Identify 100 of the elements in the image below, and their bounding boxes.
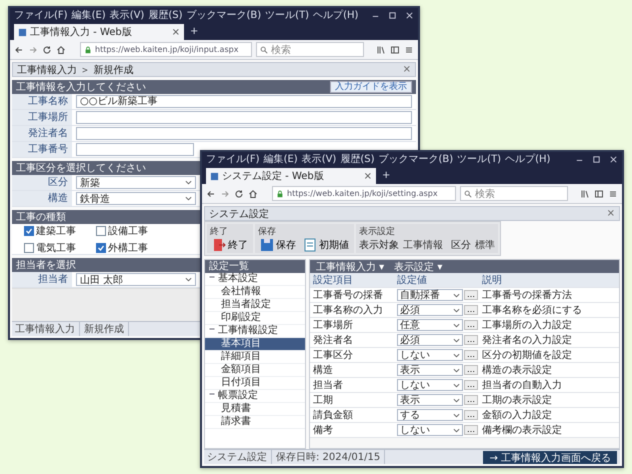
ellipsis-button[interactable]: … [464, 290, 478, 300]
checkbox[interactable]: 設備工事 [96, 224, 168, 238]
input-field[interactable] [76, 111, 412, 124]
library-icon[interactable] [580, 188, 590, 198]
menu-item[interactable]: 履歴(S) [340, 153, 374, 166]
ribbon-button[interactable]: 初期値 [301, 238, 351, 252]
table-cell-text: 工事場所 [312, 318, 354, 332]
menu-item[interactable]: ヘルプ(H) [313, 9, 358, 22]
dropdown[interactable]: 新築 [76, 176, 196, 189]
menu-icon[interactable] [608, 188, 618, 198]
caret-icon [453, 292, 460, 298]
reload-icon[interactable] [42, 44, 52, 54]
ellipsis-button[interactable]: … [464, 380, 478, 390]
menu-item[interactable]: ツール(T) [265, 9, 310, 22]
close-button[interactable]: × [402, 64, 411, 75]
back-arrow-icon[interactable] [206, 188, 216, 198]
close-button[interactable]: × [606, 208, 615, 219]
ellipsis-button[interactable]: … [464, 365, 478, 375]
caret-icon [453, 366, 460, 374]
column-header: 設定値 [397, 274, 428, 287]
reload-icon[interactable] [234, 188, 244, 198]
input-field[interactable]: ○○ビル新築工事 [76, 95, 412, 108]
dropdown[interactable]: 鉄骨造 [76, 192, 196, 205]
menu-item[interactable]: 編集(E) [264, 153, 298, 166]
dropdown[interactable]: しない [397, 349, 463, 361]
close-icon[interactable] [405, 11, 414, 20]
maximize-icon[interactable] [592, 155, 601, 164]
tree-item[interactable]: 金額項目 [205, 364, 305, 377]
dropdown[interactable]: 任意 [397, 319, 463, 331]
search-field[interactable]: 検索 [460, 186, 568, 201]
forward-arrow-icon[interactable] [220, 188, 230, 198]
menu-item[interactable]: 表示(V) [110, 9, 144, 22]
home-icon[interactable] [56, 44, 66, 54]
ellipsis-button[interactable]: … [464, 395, 478, 405]
sidebar-icon[interactable] [390, 44, 400, 54]
ellipsis-button[interactable]: … [464, 410, 478, 420]
caret-icon [453, 412, 460, 418]
dropdown[interactable]: 必須 [397, 304, 463, 316]
tree-item[interactable]: 詳細項目 [205, 351, 305, 364]
menu-item[interactable]: ファイル(F) [206, 153, 260, 166]
menu-item[interactable]: 表示(V) [302, 153, 336, 166]
browser-tab[interactable]: 工事情報入力 - Web版 × [14, 24, 184, 40]
field-label: 担当者 [12, 272, 72, 287]
home-icon[interactable] [248, 188, 258, 198]
toolbar-dropdown[interactable]: 表示設定 ▾ [392, 260, 444, 273]
tree-item[interactable]: 日付項目 [205, 377, 305, 390]
menu-item[interactable]: 履歴(S) [148, 9, 182, 22]
tab-close-button[interactable]: × [172, 26, 180, 38]
ellipsis-button[interactable]: … [464, 320, 478, 330]
browser-tab[interactable]: システム設定 - Web版 × [206, 168, 376, 184]
new-tab-button[interactable]: + [376, 168, 396, 184]
ellipsis-button[interactable]: … [464, 350, 478, 360]
dropdown[interactable]: しない [397, 379, 463, 391]
tree-item[interactable]: 基本設定 [205, 273, 305, 286]
new-tab-button[interactable]: + [184, 24, 204, 40]
address-bar[interactable]: https://web.kaiten.jp/koji/input.aspx [80, 42, 252, 57]
dropdown[interactable]: しない [397, 424, 463, 436]
help-button[interactable]: 入力ガイドを表示 [330, 81, 412, 93]
search-field[interactable]: 検索 [256, 42, 364, 57]
menu-item[interactable]: ツール(T) [457, 153, 502, 166]
menu-item[interactable]: ブックマーク(B) [378, 153, 454, 166]
tree-item[interactable]: 担当者設定 [205, 299, 305, 312]
forward-arrow-icon[interactable] [28, 44, 38, 54]
dropdown[interactable]: 山田 太郎 [76, 273, 196, 286]
ribbon-button[interactable]: 保存 [258, 238, 298, 252]
tree-item[interactable]: 基本項目 [205, 338, 305, 351]
tree-item[interactable]: 帳票設定 [205, 390, 305, 403]
dropdown[interactable]: する [397, 409, 463, 421]
address-bar[interactable]: https://web.kaiten.jp/koji/setting.aspx [272, 186, 456, 201]
menu-item[interactable]: ヘルプ(H) [505, 153, 550, 166]
ellipsis-button[interactable]: … [464, 305, 478, 315]
table-cell-text: 工期の表示設定 [481, 394, 553, 407]
dropdown[interactable]: 表示 [397, 364, 463, 376]
checkbox[interactable]: 電気工事 [24, 240, 96, 254]
menu-item[interactable]: ファイル(F) [14, 9, 68, 22]
toolbar-dropdown[interactable]: 工事情報入力 ▾ [314, 260, 386, 273]
close-icon[interactable] [609, 155, 618, 164]
input-field[interactable] [76, 127, 412, 140]
ellipsis-button[interactable]: … [464, 335, 478, 345]
menu-icon[interactable] [404, 44, 414, 54]
tab-close-button[interactable]: × [364, 170, 372, 182]
dropdown[interactable]: 表示 [397, 394, 463, 406]
tree-item[interactable]: 会社情報 [205, 286, 305, 299]
library-icon[interactable] [376, 44, 386, 54]
back-arrow-icon[interactable] [14, 44, 24, 54]
input-field[interactable] [76, 143, 194, 156]
menu-item[interactable]: ブックマーク(B) [186, 9, 262, 22]
maximize-icon[interactable] [388, 11, 397, 20]
tree-item[interactable]: 請求書 [205, 416, 305, 429]
ellipsis-button[interactable]: … [464, 425, 478, 435]
sidebar-icon[interactable] [594, 188, 604, 198]
dropdown[interactable]: 必須 [397, 334, 463, 346]
return-button[interactable]: → 工事情報入力画面へ戻る [483, 450, 617, 464]
menu-item[interactable]: 編集(E) [72, 9, 106, 22]
ribbon-button[interactable]: 終了 [210, 238, 250, 252]
checkbox[interactable]: 建築工事 [24, 224, 96, 238]
checkbox[interactable]: 外構工事 [96, 240, 168, 254]
dropdown[interactable]: 自動採番 [397, 289, 463, 301]
tree-item[interactable]: 印刷設定 [205, 312, 305, 325]
tree-item[interactable]: 見積書 [205, 403, 305, 416]
